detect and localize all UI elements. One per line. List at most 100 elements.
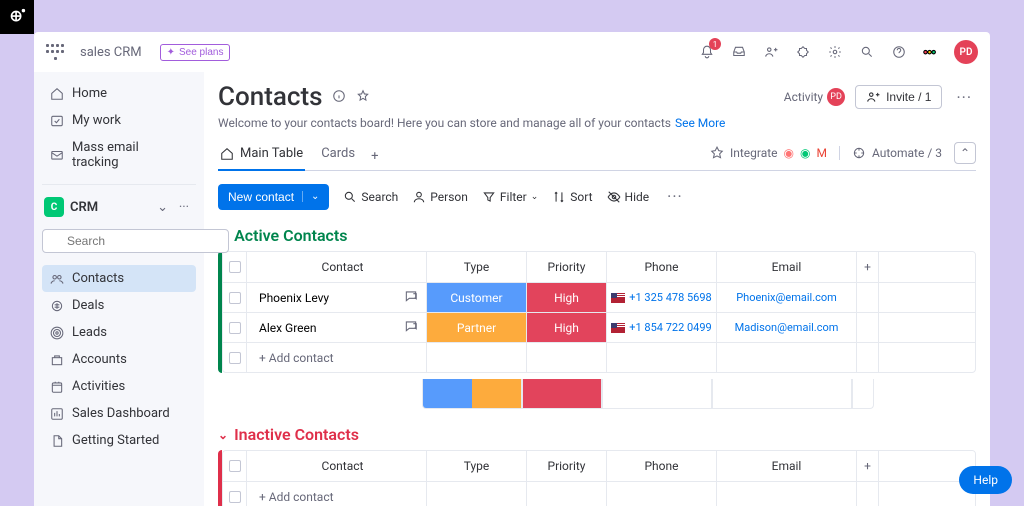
phone-cell[interactable]: +1 854 722 0499 bbox=[607, 313, 717, 342]
new-contact-button[interactable]: New contact⌄ bbox=[218, 184, 329, 210]
table-row[interactable]: Alex GreenPartnerHigh+1 854 722 0499Madi… bbox=[223, 312, 975, 342]
info-icon[interactable] bbox=[332, 88, 346, 107]
col-priority[interactable]: Priority bbox=[527, 451, 607, 481]
tab-main-table[interactable]: Main Table bbox=[218, 142, 305, 171]
sidebar-mass-email[interactable]: Mass email tracking bbox=[42, 134, 196, 176]
col-phone[interactable]: Phone bbox=[607, 451, 717, 481]
integrate-button[interactable]: Integrate◉◉M bbox=[710, 146, 827, 160]
help-button[interactable]: Help bbox=[959, 466, 1012, 494]
sort-button[interactable]: Sort bbox=[552, 190, 592, 204]
inbox-icon[interactable] bbox=[730, 43, 748, 61]
person-filter-button[interactable]: Person bbox=[412, 190, 468, 204]
check-icon bbox=[50, 114, 64, 128]
col-type[interactable]: Type bbox=[427, 252, 527, 282]
select-all-checkbox[interactable] bbox=[229, 460, 241, 472]
chat-icon[interactable] bbox=[404, 289, 418, 306]
sidebar-item-leads[interactable]: Leads bbox=[42, 319, 196, 346]
add-contact-button[interactable]: + Add contact bbox=[247, 482, 427, 506]
row-checkbox[interactable] bbox=[229, 352, 241, 364]
page-description: Welcome to your contacts board! Here you… bbox=[218, 116, 976, 130]
group-active-toggle[interactable]: ⌄Active Contacts bbox=[218, 226, 976, 245]
chevron-down-icon: ⌄ bbox=[218, 428, 228, 442]
star-icon[interactable] bbox=[356, 88, 370, 107]
sidebar-item-label: Deals bbox=[72, 298, 104, 313]
chevron-down-icon[interactable]: ⌄ bbox=[302, 191, 319, 202]
sidebar: Home My work Mass email tracking C CRM ⌄… bbox=[34, 72, 204, 506]
tab-add-button[interactable]: + bbox=[371, 149, 378, 164]
col-priority[interactable]: Priority bbox=[527, 252, 607, 282]
invite-button[interactable]: Invite / 1 bbox=[855, 85, 942, 109]
page-more-icon[interactable]: ··· bbox=[952, 84, 976, 111]
home-icon bbox=[50, 87, 64, 101]
see-plans-button[interactable]: ✦See plans bbox=[160, 44, 231, 61]
search-button[interactable]: Search bbox=[343, 190, 398, 204]
add-contact-button[interactable]: + Add contact bbox=[247, 343, 427, 372]
board-icon bbox=[50, 326, 64, 340]
workspace-icon: C bbox=[44, 197, 64, 217]
hide-button[interactable]: Hide bbox=[607, 190, 650, 204]
sidebar-item-deals[interactable]: Deals bbox=[42, 292, 196, 319]
sidebar-my-work[interactable]: My work bbox=[42, 107, 196, 134]
see-more-link[interactable]: See More bbox=[675, 116, 725, 130]
notifications-icon[interactable]: 1 bbox=[698, 43, 716, 61]
col-email[interactable]: Email bbox=[717, 252, 857, 282]
col-contact[interactable]: Contact bbox=[247, 252, 427, 282]
contact-cell[interactable]: Alex Green bbox=[247, 313, 427, 342]
active-contacts-table: Contact Type Priority Phone Email + Phoe… bbox=[222, 251, 976, 373]
phone-cell[interactable]: +1 325 478 5698 bbox=[607, 283, 717, 312]
table-row[interactable]: Phoenix LevyCustomerHigh+1 325 478 5698P… bbox=[223, 282, 975, 312]
collapse-icon[interactable]: ⌃ bbox=[954, 142, 976, 164]
sidebar-search-input[interactable] bbox=[42, 229, 229, 253]
col-type[interactable]: Type bbox=[427, 451, 527, 481]
tab-cards[interactable]: Cards bbox=[319, 142, 357, 171]
avatar[interactable]: PD bbox=[954, 40, 978, 64]
type-cell[interactable]: Partner bbox=[427, 313, 527, 342]
workspace-name-label: sales CRM bbox=[80, 45, 142, 60]
group-inactive-toggle[interactable]: ⌄Inactive Contacts bbox=[218, 425, 976, 444]
sidebar-item-contacts[interactable]: Contacts bbox=[42, 265, 196, 292]
email-cell[interactable]: Phoenix@email.com bbox=[717, 283, 857, 312]
sidebar-mywork-label: My work bbox=[72, 113, 121, 128]
chevron-down-icon[interactable]: ⌄ bbox=[157, 200, 168, 215]
marketplace-icon[interactable] bbox=[794, 43, 812, 61]
sidebar-item-label: Sales Dashboard bbox=[72, 406, 170, 421]
sidebar-workspace-header[interactable]: C CRM ⌄ ··· bbox=[42, 193, 196, 221]
chat-icon[interactable] bbox=[404, 319, 418, 336]
filter-button[interactable]: Filter⌄ bbox=[482, 190, 538, 204]
sidebar-home[interactable]: Home bbox=[42, 80, 196, 107]
group-title: Active Contacts bbox=[234, 226, 347, 245]
automate-button[interactable]: Automate / 3 bbox=[852, 146, 942, 160]
board-icon bbox=[50, 407, 64, 421]
page-title: Contacts bbox=[218, 82, 322, 112]
add-column-button[interactable]: + bbox=[857, 451, 879, 481]
workspace-more-icon[interactable]: ··· bbox=[174, 200, 194, 215]
priority-cell[interactable]: High bbox=[527, 313, 607, 342]
type-cell[interactable]: Customer bbox=[427, 283, 527, 312]
add-column-button[interactable]: + bbox=[857, 252, 879, 282]
priority-cell[interactable]: High bbox=[527, 283, 607, 312]
contact-cell[interactable]: Phoenix Levy bbox=[247, 283, 427, 312]
apps-menu-icon[interactable] bbox=[46, 43, 64, 61]
email-cell[interactable]: Madison@email.com bbox=[717, 313, 857, 342]
search-icon[interactable] bbox=[858, 43, 876, 61]
sidebar-item-sales-dashboard[interactable]: Sales Dashboard bbox=[42, 400, 196, 427]
row-checkbox[interactable] bbox=[229, 491, 241, 503]
gear-icon[interactable] bbox=[826, 43, 844, 61]
row-checkbox[interactable] bbox=[229, 292, 241, 304]
help-icon[interactable] bbox=[890, 43, 908, 61]
envelope-icon bbox=[50, 148, 64, 162]
sidebar-item-accounts[interactable]: Accounts bbox=[42, 346, 196, 373]
pd-logo bbox=[0, 0, 34, 34]
sidebar-item-getting-started[interactable]: Getting Started bbox=[42, 427, 196, 454]
activity-avatar: PD bbox=[827, 88, 845, 106]
sidebar-item-activities[interactable]: Activities bbox=[42, 373, 196, 400]
monday-logo-icon[interactable] bbox=[922, 43, 940, 61]
invite-member-icon[interactable] bbox=[762, 43, 780, 61]
row-checkbox[interactable] bbox=[229, 322, 241, 334]
toolbar-more-icon[interactable]: ··· bbox=[663, 183, 687, 210]
col-email[interactable]: Email bbox=[717, 451, 857, 481]
col-phone[interactable]: Phone bbox=[607, 252, 717, 282]
select-all-checkbox[interactable] bbox=[229, 261, 241, 273]
col-contact[interactable]: Contact bbox=[247, 451, 427, 481]
activity-button[interactable]: ActivityPD bbox=[784, 88, 845, 106]
